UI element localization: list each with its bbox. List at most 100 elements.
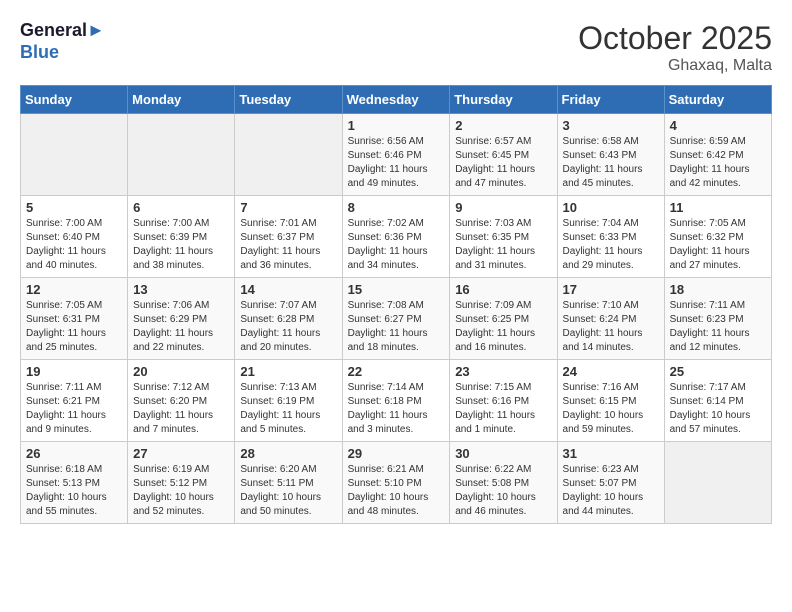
calendar-cell: 24 Sunrise: 7:16 AM Sunset: 6:15 PM Dayli… [557,360,664,442]
calendar-cell: 11 Sunrise: 7:05 AM Sunset: 6:32 PM Dayli… [664,196,771,278]
logo-text: General► [20,20,105,42]
calendar-cell: 10 Sunrise: 7:04 AM Sunset: 6:33 PM Dayli… [557,196,664,278]
calendar-cell: 12 Sunrise: 7:05 AM Sunset: 6:31 PM Dayli… [21,278,128,360]
weekday-header-row: SundayMondayTuesdayWednesdayThursdayFrid… [21,86,772,114]
calendar-cell: 5 Sunrise: 7:00 AM Sunset: 6:40 PM Daylig… [21,196,128,278]
day-info: Sunrise: 7:14 AM Sunset: 6:18 PM Dayligh… [348,381,445,437]
day-number: 29 [348,446,445,461]
day-number: 9 [455,200,551,215]
day-number: 30 [455,446,551,461]
day-info: Sunrise: 7:04 AM Sunset: 6:33 PM Dayligh… [563,217,659,273]
calendar-cell: 7 Sunrise: 7:01 AM Sunset: 6:37 PM Daylig… [235,196,342,278]
calendar-cell [21,114,128,196]
calendar-cell: 16 Sunrise: 7:09 AM Sunset: 6:25 PM Dayli… [450,278,557,360]
day-info: Sunrise: 6:58 AM Sunset: 6:43 PM Dayligh… [563,135,659,191]
calendar-week-row: 1 Sunrise: 6:56 AM Sunset: 6:46 PM Daylig… [21,114,772,196]
calendar-cell: 4 Sunrise: 6:59 AM Sunset: 6:42 PM Daylig… [664,114,771,196]
day-info: Sunrise: 7:17 AM Sunset: 6:14 PM Dayligh… [670,381,766,437]
day-info: Sunrise: 6:59 AM Sunset: 6:42 PM Dayligh… [670,135,766,191]
day-number: 25 [670,364,766,379]
calendar-cell: 25 Sunrise: 7:17 AM Sunset: 6:14 PM Dayli… [664,360,771,442]
day-info: Sunrise: 7:16 AM Sunset: 6:15 PM Dayligh… [563,381,659,437]
calendar-cell: 28Sunrise: 6:20 AM Sunset: 5:11 PM Dayli… [235,442,342,524]
day-number: 18 [670,282,766,297]
calendar-cell: 6 Sunrise: 7:00 AM Sunset: 6:39 PM Daylig… [128,196,235,278]
calendar-cell [128,114,235,196]
weekday-header: Friday [557,86,664,114]
page-header: General► Blue October 2025 Ghaxaq, Malta [20,20,772,75]
day-info: Sunrise: 7:07 AM Sunset: 6:28 PM Dayligh… [240,299,336,355]
title-block: October 2025 Ghaxaq, Malta [578,20,772,75]
day-number: 19 [26,364,122,379]
day-info: Sunrise: 6:22 AM Sunset: 5:08 PM Dayligh… [455,463,551,519]
weekday-header: Thursday [450,86,557,114]
calendar-cell: 27 Sunrise: 6:19 AM Sunset: 5:12 PM Dayli… [128,442,235,524]
location-subtitle: Ghaxaq, Malta [578,57,772,75]
day-number: 17 [563,282,659,297]
weekday-header: Saturday [664,86,771,114]
day-number: 24 [563,364,659,379]
calendar-week-row: 12 Sunrise: 7:05 AM Sunset: 6:31 PM Dayli… [21,278,772,360]
calendar-cell: 9Sunrise: 7:03 AM Sunset: 6:35 PM Daylig… [450,196,557,278]
day-info: Sunrise: 6:57 AM Sunset: 6:45 PM Dayligh… [455,135,551,191]
day-number: 13 [133,282,229,297]
calendar-cell: 22 Sunrise: 7:14 AM Sunset: 6:18 PM Dayli… [342,360,450,442]
day-info: Sunrise: 7:13 AM Sunset: 6:19 PM Dayligh… [240,381,336,437]
day-number: 5 [26,200,122,215]
calendar-cell [664,442,771,524]
day-info: Sunrise: 7:00 AM Sunset: 6:39 PM Dayligh… [133,217,229,273]
day-info: Sunrise: 7:12 AM Sunset: 6:20 PM Dayligh… [133,381,229,437]
day-info: Sunrise: 6:21 AM Sunset: 5:10 PM Dayligh… [348,463,445,519]
day-number: 31 [563,446,659,461]
day-info: Sunrise: 7:00 AM Sunset: 6:40 PM Dayligh… [26,217,122,273]
calendar-week-row: 5 Sunrise: 7:00 AM Sunset: 6:40 PM Daylig… [21,196,772,278]
day-info: Sunrise: 7:11 AM Sunset: 6:21 PM Dayligh… [26,381,122,437]
logo: General► Blue [20,20,105,63]
day-number: 8 [348,200,445,215]
day-number: 10 [563,200,659,215]
day-number: 12 [26,282,122,297]
calendar-cell: 1 Sunrise: 6:56 AM Sunset: 6:46 PM Daylig… [342,114,450,196]
calendar-cell: 8Sunrise: 7:02 AM Sunset: 6:36 PM Daylig… [342,196,450,278]
day-number: 16 [455,282,551,297]
day-number: 7 [240,200,336,215]
weekday-header: Tuesday [235,86,342,114]
day-number: 6 [133,200,229,215]
calendar-cell: 19 Sunrise: 7:11 AM Sunset: 6:21 PM Dayli… [21,360,128,442]
day-number: 26 [26,446,122,461]
day-number: 28 [240,446,336,461]
day-number: 4 [670,118,766,133]
calendar-cell: 20Sunrise: 7:12 AM Sunset: 6:20 PM Dayli… [128,360,235,442]
day-info: Sunrise: 7:09 AM Sunset: 6:25 PM Dayligh… [455,299,551,355]
day-number: 11 [670,200,766,215]
calendar-cell: 13Sunrise: 7:06 AM Sunset: 6:29 PM Dayli… [128,278,235,360]
day-info: Sunrise: 7:05 AM Sunset: 6:32 PM Dayligh… [670,217,766,273]
day-number: 3 [563,118,659,133]
calendar-week-row: 19 Sunrise: 7:11 AM Sunset: 6:21 PM Dayli… [21,360,772,442]
day-info: Sunrise: 6:19 AM Sunset: 5:12 PM Dayligh… [133,463,229,519]
weekday-header: Wednesday [342,86,450,114]
weekday-header: Sunday [21,86,128,114]
calendar-table: SundayMondayTuesdayWednesdayThursdayFrid… [20,85,772,524]
calendar-cell: 17Sunrise: 7:10 AM Sunset: 6:24 PM Dayli… [557,278,664,360]
day-info: Sunrise: 6:23 AM Sunset: 5:07 PM Dayligh… [563,463,659,519]
day-number: 23 [455,364,551,379]
month-title: October 2025 [578,20,772,57]
calendar-cell: 29 Sunrise: 6:21 AM Sunset: 5:10 PM Dayli… [342,442,450,524]
day-number: 1 [348,118,445,133]
calendar-cell [235,114,342,196]
day-number: 27 [133,446,229,461]
day-number: 14 [240,282,336,297]
day-info: Sunrise: 6:56 AM Sunset: 6:46 PM Dayligh… [348,135,445,191]
day-number: 22 [348,364,445,379]
calendar-cell: 18Sunrise: 7:11 AM Sunset: 6:23 PM Dayli… [664,278,771,360]
day-info: Sunrise: 7:08 AM Sunset: 6:27 PM Dayligh… [348,299,445,355]
calendar-cell: 3 Sunrise: 6:58 AM Sunset: 6:43 PM Daylig… [557,114,664,196]
weekday-header: Monday [128,86,235,114]
calendar-cell: 2Sunrise: 6:57 AM Sunset: 6:45 PM Daylig… [450,114,557,196]
day-info: Sunrise: 7:01 AM Sunset: 6:37 PM Dayligh… [240,217,336,273]
day-info: Sunrise: 7:05 AM Sunset: 6:31 PM Dayligh… [26,299,122,355]
calendar-cell: 30 Sunrise: 6:22 AM Sunset: 5:08 PM Dayli… [450,442,557,524]
day-info: Sunrise: 6:18 AM Sunset: 5:13 PM Dayligh… [26,463,122,519]
day-number: 15 [348,282,445,297]
